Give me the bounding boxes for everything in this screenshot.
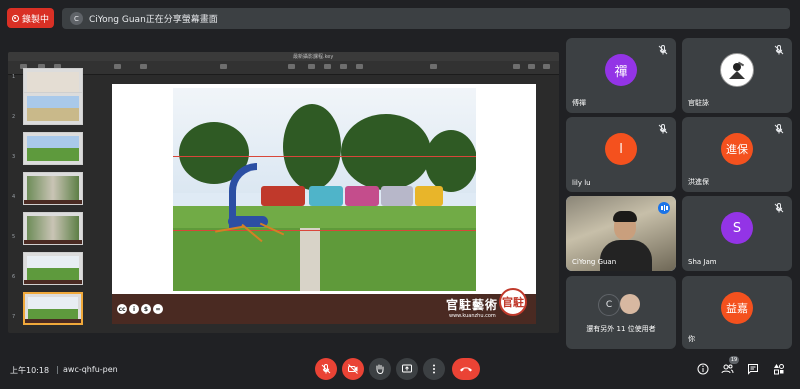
cc-icon: cc	[117, 304, 127, 314]
record-icon	[11, 14, 19, 22]
leave-call-button[interactable]	[452, 358, 480, 380]
slide-thumbnail[interactable]	[23, 252, 83, 285]
slide-number: 3	[12, 154, 16, 160]
slide-thumbnail[interactable]	[23, 212, 83, 245]
slide-number: 2	[12, 114, 16, 120]
presenting-banner: C CiYong Guan正在分享螢幕畫面	[62, 8, 790, 29]
slide-number: 7	[12, 314, 16, 320]
hand-icon	[376, 364, 384, 375]
participant-name: lily lu	[572, 179, 591, 187]
participant-name: 你	[688, 335, 695, 343]
participant-tile[interactable]: 官駐詠	[682, 38, 792, 113]
presenting-text: CiYong Guan正在分享螢幕畫面	[89, 15, 218, 25]
meeting-time: 上午10:18	[10, 366, 50, 375]
mic-off-icon	[774, 123, 784, 134]
chat-button[interactable]	[746, 362, 760, 376]
participant-tile[interactable]: 禪 傅禪	[566, 38, 676, 113]
mic-off-icon	[774, 44, 784, 55]
cc-nc-icon: $	[141, 304, 151, 314]
speaking-indicator-icon	[658, 202, 670, 214]
info-icon	[697, 363, 709, 375]
creative-commons-badge: cc i $ =	[117, 304, 163, 314]
people-button[interactable]	[720, 362, 734, 376]
participant-avatar: S	[721, 212, 753, 244]
more-vert-icon	[433, 364, 435, 374]
slide-number: 5	[12, 234, 16, 240]
end-call-icon	[460, 367, 472, 372]
participant-avatar-image	[720, 53, 754, 87]
shapes-icon	[774, 364, 784, 375]
cc-by-icon: i	[129, 304, 139, 314]
other-participant-photo	[620, 294, 640, 314]
present-icon	[402, 364, 412, 373]
mic-off-icon	[658, 123, 668, 134]
slide-thumbnail[interactable]	[23, 132, 83, 165]
participant-tile[interactable]: S Sha Jam	[682, 196, 792, 271]
participant-name: 官駐詠	[688, 99, 709, 107]
meeting-code: awc-qhfu-pen	[63, 365, 118, 374]
recording-indicator[interactable]: 錄製中	[7, 8, 54, 28]
people-count-badge: 19	[729, 356, 739, 364]
participant-name: 洪進保	[688, 178, 709, 186]
other-participants-tile[interactable]: C 還有另外 11 位使用者	[566, 276, 676, 349]
participant-name: 傅禪	[572, 99, 586, 107]
slide-brand-text: 官駐藝術	[446, 298, 499, 312]
people-icon	[721, 364, 733, 374]
slide-number: 1	[12, 74, 16, 80]
slide-thumbnail[interactable]	[23, 172, 83, 205]
self-tile[interactable]: 益嘉 你	[682, 276, 792, 349]
mic-off-icon	[321, 363, 331, 374]
recording-label: 錄製中	[21, 14, 49, 25]
other-participant-avatar: C	[598, 294, 620, 316]
chat-icon	[748, 364, 758, 375]
participant-avatar: 益嘉	[721, 292, 753, 324]
participant-name: CiYong Guan	[572, 258, 617, 266]
participant-avatar: 進保	[721, 133, 753, 165]
activities-button[interactable]	[772, 362, 786, 376]
keynote-toolbar	[8, 61, 559, 75]
participant-avatar: 禪	[605, 54, 637, 86]
mic-off-icon	[658, 44, 668, 55]
participant-name: Sha Jam	[688, 258, 717, 266]
raise-hand-button[interactable]	[369, 358, 391, 380]
other-participants-text: 還有另外 11 位使用者	[586, 325, 656, 333]
slide-number: 4	[12, 194, 16, 200]
participant-avatar: l	[605, 133, 637, 165]
slide-navigator: 1 2 3 4 5 6 7	[12, 68, 93, 332]
separator: |	[56, 365, 59, 374]
mic-off-icon	[774, 202, 784, 213]
slide-number: 6	[12, 274, 16, 280]
slide-photo	[173, 88, 476, 291]
presenter-avatar: C	[70, 12, 83, 25]
camera-off-icon	[348, 364, 358, 374]
participant-tile[interactable]: 進保 洪進保	[682, 117, 792, 192]
meeting-control-bar: 上午10:18 | awc-qhfu-pen 19	[0, 355, 800, 389]
camera-toggle-button[interactable]	[342, 358, 364, 380]
present-screen-button[interactable]	[396, 358, 418, 380]
participant-tile-speaking[interactable]: CiYong Guan	[566, 196, 676, 271]
slide-thumbnail-selected[interactable]	[23, 292, 83, 325]
slide-thumbnail[interactable]	[23, 92, 83, 125]
cc-nd-icon: =	[153, 304, 163, 314]
participant-tile[interactable]: l lily lu	[566, 117, 676, 192]
slide-website: www.kuanzhu.com	[449, 313, 496, 319]
mic-toggle-button[interactable]	[315, 358, 337, 380]
keynote-window-title: 最新攝影課程.key	[293, 54, 334, 60]
brand-seal-logo: 官駐	[499, 288, 527, 316]
keynote-titlebar: 最新攝影課程.key	[8, 52, 559, 61]
more-options-button[interactable]	[423, 358, 445, 380]
meeting-info-button[interactable]	[696, 362, 710, 376]
